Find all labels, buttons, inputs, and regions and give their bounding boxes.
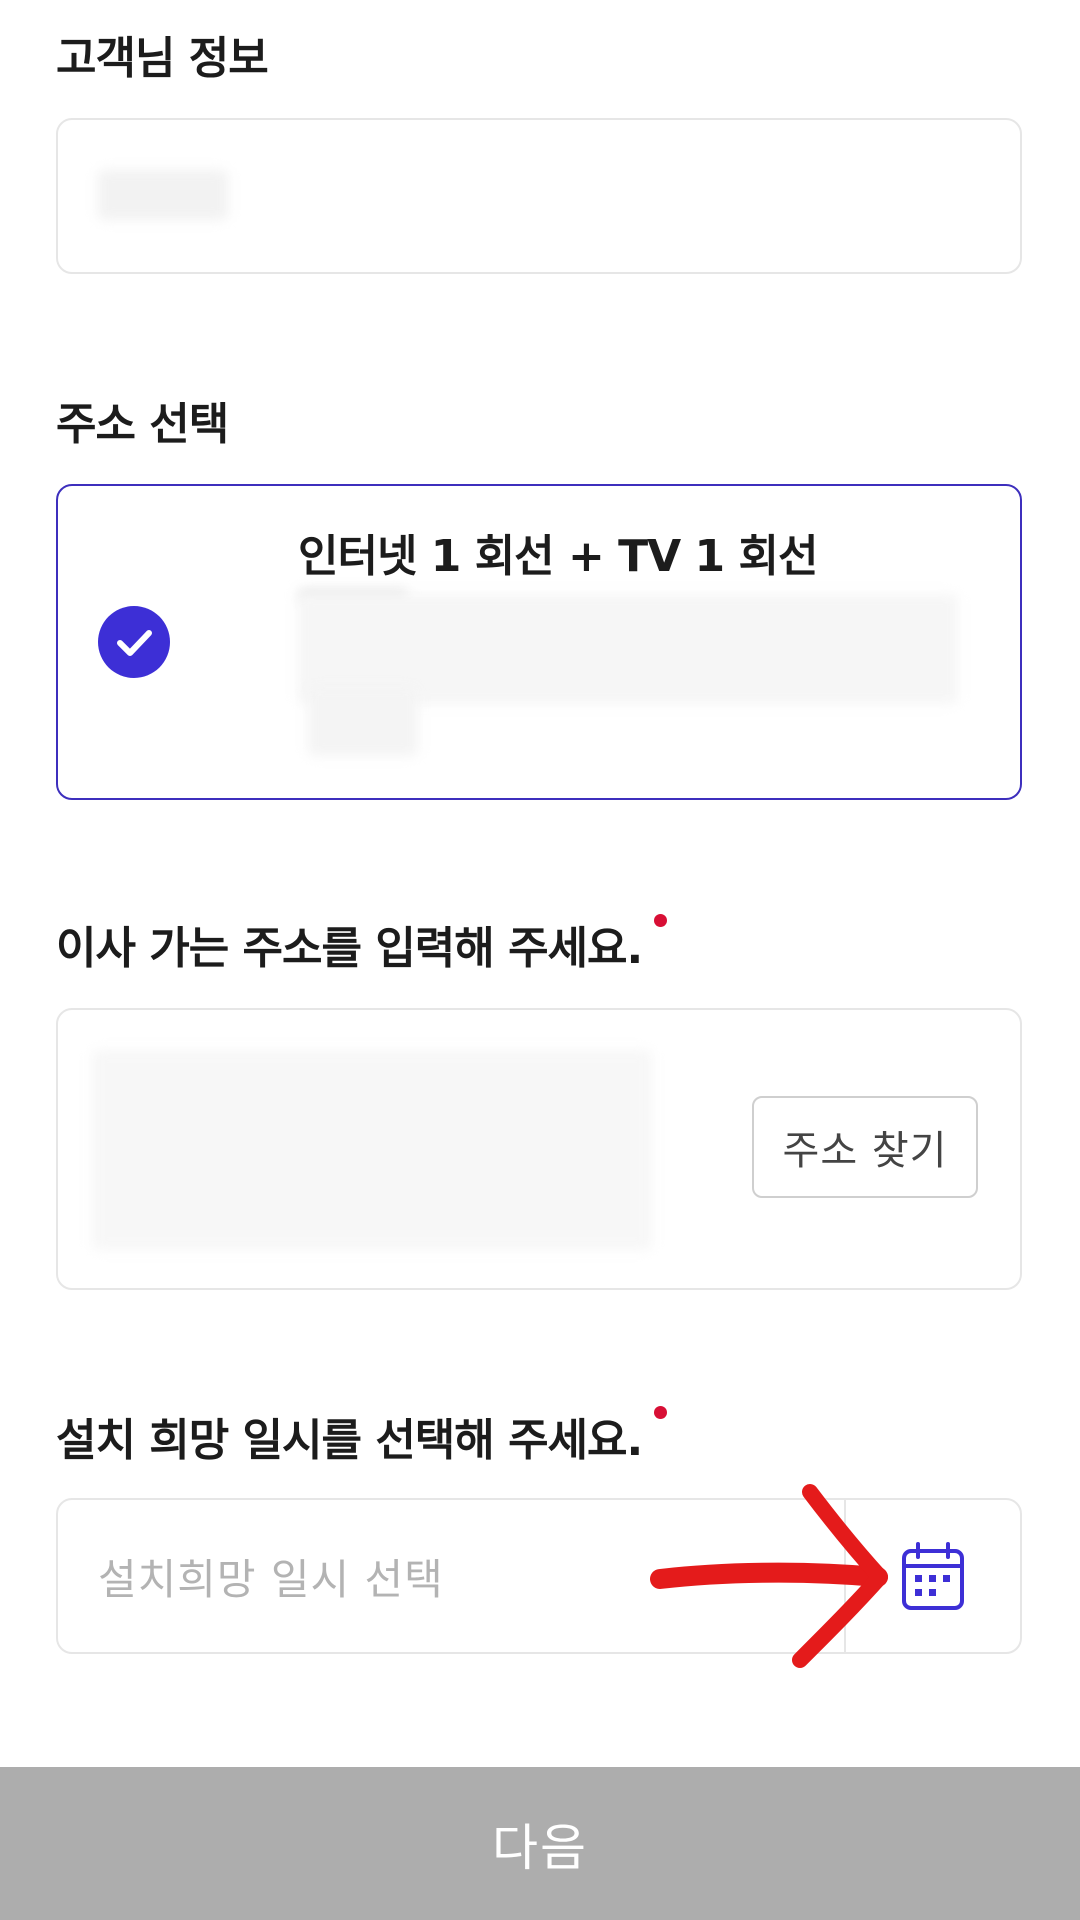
move-address-title: 이사 가는 주소를 입력해 주세요. <box>56 912 668 976</box>
next-button[interactable]: 다음 <box>0 1767 1080 1920</box>
redacted-address-block <box>308 686 418 756</box>
customer-info-box <box>56 118 1022 274</box>
address-select-title: 주소 선택 <box>56 399 229 450</box>
redacted-customer-name <box>98 170 228 220</box>
required-indicator <box>654 914 668 927</box>
move-address-box: 주소 찾기 <box>56 1008 1022 1290</box>
check-circle-icon[interactable] <box>98 606 170 678</box>
address-card-title: 인터넷 1 회선 + TV 1 회선 <box>298 531 818 582</box>
calendar-button[interactable] <box>846 1500 1020 1652</box>
page: 고객님 정보 주소 선택 인터넷 1 회선 + TV 1 회선 이사 가는 주소… <box>0 0 1080 1920</box>
customer-info-title: 고객님 정보 <box>56 33 269 84</box>
move-address-title-text: 이사 가는 주소를 입력해 주세요. <box>56 923 643 974</box>
address-search-button[interactable]: 주소 찾기 <box>752 1096 978 1198</box>
required-indicator <box>654 1406 668 1419</box>
redacted-move-address <box>92 1050 652 1250</box>
address-option-card[interactable]: 인터넷 1 회선 + TV 1 회선 <box>56 484 1022 800</box>
install-date-field[interactable]: 설치희망 일시 선택 <box>56 1498 1022 1654</box>
install-date-title: 설치 희망 일시를 선택해 주세요. <box>56 1404 668 1468</box>
install-date-title-text: 설치 희망 일시를 선택해 주세요. <box>56 1415 643 1466</box>
install-date-placeholder[interactable]: 설치희망 일시 선택 <box>98 1500 444 1652</box>
calendar-icon[interactable] <box>901 1541 965 1611</box>
